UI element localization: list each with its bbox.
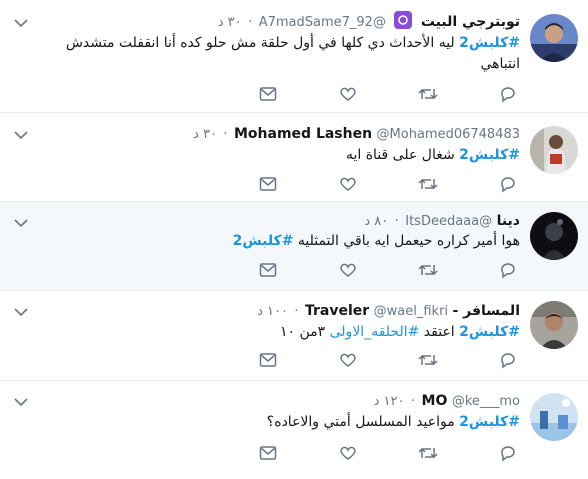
badge-icon [394, 11, 413, 29]
tweet[interactable]: توبترجي البيت @A7madSame7_92 · ٣٠ د #كلب… [0, 0, 588, 113]
hashtag-link[interactable]: #كلبش2 [459, 147, 520, 163]
user-handle[interactable]: @wael_fikri [374, 304, 448, 319]
tweet-header: المسافر - Traveler @wael_fikri · ١٠٠ د [40, 301, 520, 321]
tweet-header: Mohamed Lashen @Mohamed06748483 · ٣٠ د [40, 124, 520, 144]
tweet[interactable]: MO @ke___mo · ١٢٠ د #كلبش2 مواعيد المسلس… [0, 381, 588, 479]
tweet[interactable]: Mohamed Lashen @Mohamed06748483 · ٣٠ د #… [0, 113, 588, 202]
tweet-text: #كلبش2 ليه الأحداث دي كلها في أول حلقة م… [40, 33, 520, 75]
separator-dot: · [294, 304, 299, 319]
hashtag-link[interactable]: #كلبش2 [459, 35, 520, 51]
envelope-icon[interactable] [258, 260, 278, 280]
retweet-icon[interactable] [418, 174, 438, 194]
heart-icon[interactable] [338, 84, 358, 104]
heart-icon[interactable] [338, 174, 358, 194]
display-name-latin[interactable]: Traveler [305, 303, 369, 319]
envelope-icon[interactable] [258, 84, 278, 104]
tweet-header: MO @ke___mo · ١٢٠ د [40, 391, 520, 411]
tweet-actions [0, 443, 588, 463]
reply-icon[interactable] [498, 174, 518, 194]
separator-dot: · [394, 214, 399, 229]
hashtag-link[interactable]: #كلبش2 [459, 324, 520, 340]
tweet-actions [0, 350, 588, 370]
tweet-text-content: اعتقد [419, 324, 460, 340]
separator-dot: · [223, 127, 228, 142]
display-name[interactable]: MO [422, 393, 448, 409]
tweet-text: #كلبش2 اعتقد #الحلقه_الاولى ٣من ١٠ [40, 322, 520, 343]
separator-dot: · [410, 394, 416, 409]
tweet-text: #كلبش2 مواعيد المسلسل أمتي والاعاده؟ [40, 412, 520, 433]
tweet-header: توبترجي البيت @A7madSame7_92 · ٣٠ د [40, 11, 520, 31]
tweet-text-content: ٣من ١٠ [279, 324, 330, 340]
heart-icon[interactable] [338, 350, 358, 370]
tweet-text: هوا أمير كراره حيعمل ايه باقي التمثليه #… [40, 231, 520, 252]
heart-icon[interactable] [338, 260, 358, 280]
tweet-header: دينا @ItsDeedaaa · ٨٠ د [40, 211, 520, 231]
envelope-icon[interactable] [258, 350, 278, 370]
reply-icon[interactable] [498, 443, 518, 463]
more-menu-chevron-icon[interactable] [12, 14, 30, 32]
tweet-time[interactable]: ٣٠ د [218, 15, 242, 30]
more-menu-chevron-icon[interactable] [12, 214, 30, 232]
more-menu-chevron-icon[interactable] [12, 303, 30, 321]
hashtag-link[interactable]: #كلبش2 [459, 414, 520, 430]
tweet-text-content: شغال على قناة ايه [345, 147, 460, 163]
reply-icon[interactable] [498, 260, 518, 280]
user-handle[interactable]: @ItsDeedaaa [405, 214, 492, 229]
envelope-icon[interactable] [258, 174, 278, 194]
tweet-actions [0, 84, 588, 104]
tweet-actions [0, 260, 588, 280]
display-name[interactable]: توبترجي البيت [421, 14, 520, 30]
avatar[interactable] [530, 301, 578, 349]
tweet-actions [0, 174, 588, 194]
tweet[interactable]: دينا @ItsDeedaaa · ٨٠ د هوا أمير كراره ح… [0, 202, 588, 291]
tweet-time[interactable]: ١٢٠ د [374, 394, 405, 409]
display-name[interactable]: Mohamed Lashen [234, 126, 372, 142]
retweet-icon[interactable] [418, 84, 438, 104]
more-menu-chevron-icon[interactable] [12, 393, 30, 411]
tweet-text-content: ليه الأحداث دي كلها في أول حلقة مش حلو ك… [65, 35, 520, 72]
tweet-feed: توبترجي البيت @A7madSame7_92 · ٣٠ د #كلب… [0, 0, 588, 479]
tweet-text: #كلبش2 شغال على قناة ايه [40, 145, 520, 166]
avatar[interactable] [530, 393, 578, 441]
tweet-text-content: هوا أمير كراره حيعمل ايه باقي التمثليه [293, 233, 520, 249]
display-name-arabic[interactable]: المسافر - [452, 303, 520, 319]
retweet-icon[interactable] [418, 443, 438, 463]
retweet-icon[interactable] [418, 350, 438, 370]
user-handle[interactable]: @ke___mo [452, 394, 520, 409]
heart-icon[interactable] [338, 443, 358, 463]
avatar[interactable] [530, 126, 578, 174]
envelope-icon[interactable] [258, 443, 278, 463]
avatar[interactable] [530, 14, 578, 62]
tweet[interactable]: المسافر - Traveler @wael_fikri · ١٠٠ د #… [0, 291, 588, 381]
tweet-text-content: مواعيد المسلسل أمتي والاعاده؟ [266, 414, 460, 430]
separator-dot: · [248, 15, 253, 30]
avatar[interactable] [530, 212, 578, 260]
retweet-icon[interactable] [418, 260, 438, 280]
tweet-time[interactable]: ٨٠ د [364, 214, 388, 229]
tweet-time[interactable]: ١٠٠ د [257, 304, 288, 319]
user-handle[interactable]: @Mohamed06748483 [377, 127, 520, 142]
display-name[interactable]: دينا [497, 213, 520, 229]
hashtag-link[interactable]: #كلبش2 [233, 233, 294, 249]
hashtag-link[interactable]: #الحلقه_الاولى [330, 324, 420, 340]
reply-icon[interactable] [498, 84, 518, 104]
user-handle[interactable]: @A7madSame7_92 [259, 15, 386, 30]
more-menu-chevron-icon[interactable] [12, 126, 30, 144]
reply-icon[interactable] [498, 350, 518, 370]
tweet-time[interactable]: ٣٠ د [193, 127, 217, 142]
